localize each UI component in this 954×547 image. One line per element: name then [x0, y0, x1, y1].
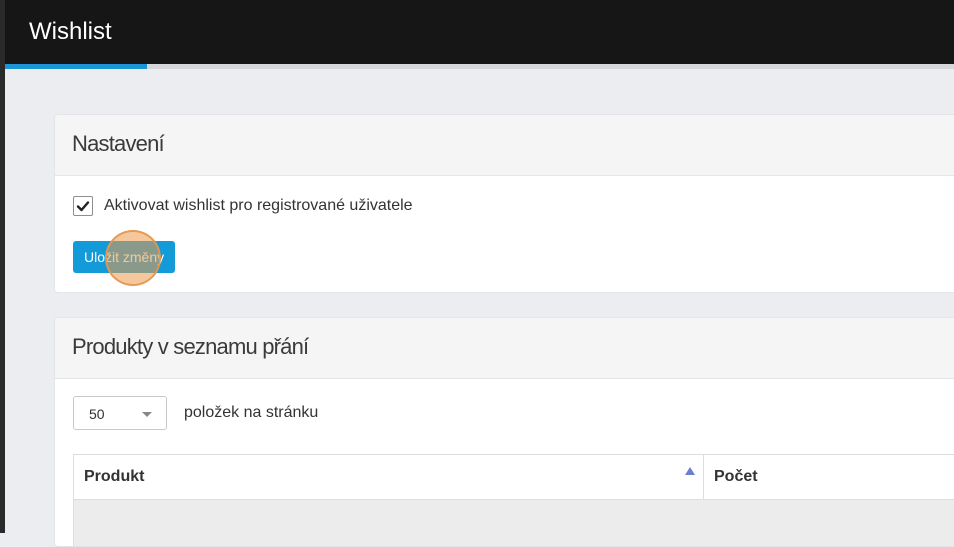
- activate-wishlist-row[interactable]: Aktivovat wishlist pro registrované uživ…: [73, 196, 413, 216]
- chevron-down-icon: [142, 412, 152, 417]
- column-header-product[interactable]: Produkt: [74, 455, 704, 499]
- sort-ascending-icon[interactable]: [685, 467, 695, 475]
- activate-wishlist-label[interactable]: Aktivovat wishlist pro registrované uživ…: [104, 197, 413, 215]
- column-header-product-label: Produkt: [84, 468, 145, 485]
- wishlist-products-card: Produkty v seznamu přání 50 položek na s…: [54, 317, 954, 547]
- window-left-edge: [0, 0, 5, 533]
- activate-wishlist-checkbox[interactable]: [73, 196, 93, 216]
- settings-title: Nastavení: [72, 131, 165, 156]
- per-page-control: 50 položek na stránku: [73, 396, 318, 430]
- per-page-select[interactable]: 50: [73, 396, 167, 430]
- per-page-value: 50: [89, 406, 105, 422]
- loading-progress-bar: [5, 64, 954, 69]
- column-header-count[interactable]: Počet: [704, 455, 954, 499]
- table-row: [74, 500, 954, 546]
- top-bar: Wishlist: [5, 0, 954, 64]
- table-header: Produkt Počet: [74, 455, 954, 500]
- checkmark-icon: [76, 201, 90, 212]
- products-card-header: Produkty v seznamu přání: [55, 318, 954, 379]
- save-changes-button[interactable]: Uložit změny: [73, 241, 176, 273]
- settings-card-header: Nastavení: [55, 115, 954, 176]
- per-page-label: položek na stránku: [184, 404, 319, 421]
- app-title: Wishlist: [29, 18, 112, 45]
- products-title: Produkty v seznamu přání: [72, 334, 309, 359]
- loading-progress-fill: [5, 64, 148, 69]
- wishlist-table: Produkt Počet: [73, 454, 954, 546]
- settings-card: Nastavení Aktivovat wishlist pro registr…: [54, 114, 954, 293]
- column-header-count-label: Počet: [714, 468, 758, 485]
